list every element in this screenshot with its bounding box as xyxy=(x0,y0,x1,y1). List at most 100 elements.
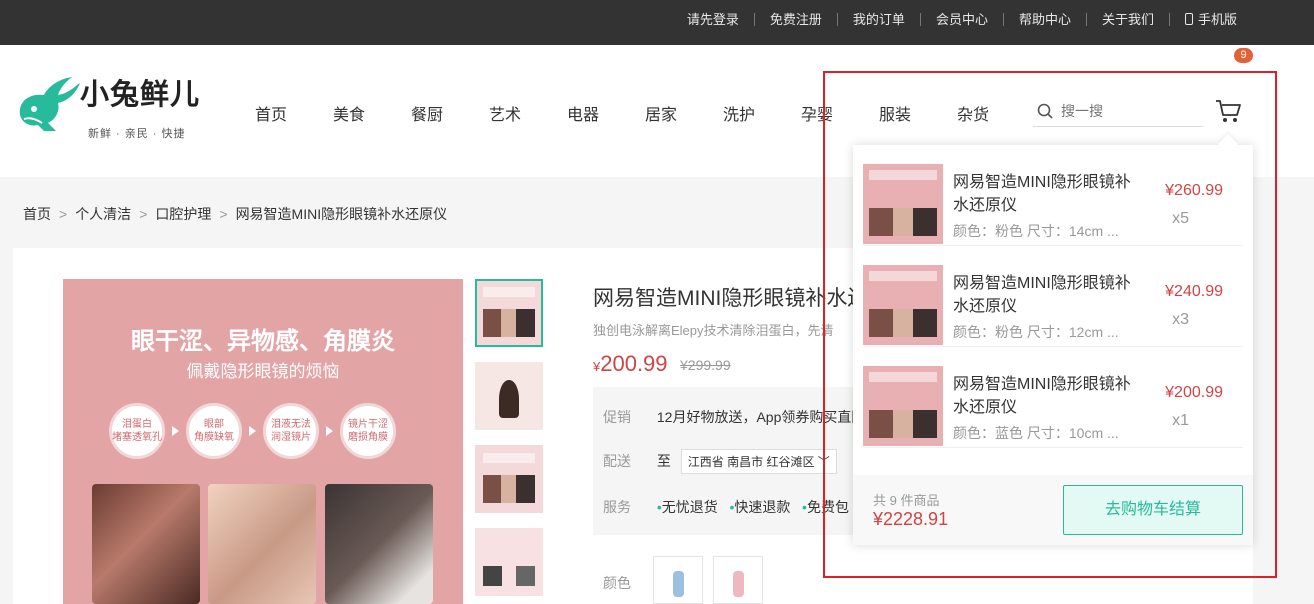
problem-bubble: 泪液无法 润湿镜片 xyxy=(263,403,319,459)
promo-label: 促销 xyxy=(603,409,631,425)
delivery-to: 至 xyxy=(656,453,671,469)
cart-item[interactable]: 网易智造MINI隐形眼镜补水还原仪 颜色：粉色 尺寸：12cm ... ¥240… xyxy=(863,246,1243,347)
cart-count-badge: 9 xyxy=(1234,48,1253,63)
service-item: 免费包 xyxy=(806,499,849,515)
cart-item-price: ¥200.99 xyxy=(1165,384,1223,401)
nav-art[interactable]: 艺术 xyxy=(466,101,544,125)
cart-item-name: 网易智造MINI隐形眼镜补水还原仪 xyxy=(953,376,1131,416)
color-label: 颜色 xyxy=(603,575,631,591)
address-selector[interactable]: 江西省 南昌市 红谷滩区 ﹀ xyxy=(680,449,837,474)
breadcrumb-home[interactable]: 首页 xyxy=(23,204,51,224)
chevron-right-icon: > xyxy=(219,206,228,222)
address-text: 江西省 南昌市 红谷滩区 xyxy=(687,455,815,469)
cart-popup: 网易智造MINI隐形眼镜补水还原仪 颜色：粉色 尺寸：14cm ... ¥260… xyxy=(853,145,1253,545)
login-link[interactable]: 请先登录 xyxy=(672,13,754,26)
delivery-row: 配送 至 江西省 南昌市 红谷滩区 ﹀ xyxy=(603,449,837,474)
logo[interactable]: 小兔鲜儿 新鲜 · 亲民 · 快捷 xyxy=(14,67,214,140)
problem-bubbles: 泪蛋白 堵塞透氧孔 眼部 角膜缺氧 泪液无法 润湿镜片 镜片干涩 磨损角膜 xyxy=(109,403,396,459)
color-option-blue[interactable] xyxy=(653,556,703,604)
about-us-link[interactable]: 关于我们 xyxy=(1085,12,1169,26)
eye-photo xyxy=(92,484,200,604)
nav-home[interactable]: 首页 xyxy=(232,101,310,125)
price-value: 200.99 xyxy=(600,351,668,376)
product-info-box: 促销 12月好物放送，App领券购买直降 配送 至 江西省 南昌市 红谷滩区 ﹀… xyxy=(593,387,865,535)
arrow-right-icon xyxy=(326,426,333,436)
original-price: ¥299.99 xyxy=(680,357,731,373)
search-box xyxy=(1033,97,1203,127)
cart-item-name: 网易智造MINI隐形眼镜补水还原仪 xyxy=(953,174,1131,214)
cart-item-price: ¥240.99 xyxy=(1165,283,1223,300)
hero-title: 眼干涩、异物感、角膜炎 xyxy=(131,328,395,355)
logo-slogan: 新鲜 · 亲民 · 快捷 xyxy=(88,128,186,140)
hero-subtitle: 佩戴隐形眼镜的烦恼 xyxy=(186,362,340,381)
register-link[interactable]: 免费注册 xyxy=(753,12,837,26)
cart-icon xyxy=(1216,100,1241,122)
top-bar: 请先登录 免费注册 我的订单 会员中心 帮助中心 关于我们 手机版 xyxy=(0,0,1314,45)
nav-clothing[interactable]: 服装 xyxy=(856,101,934,125)
checkout-button[interactable]: 去购物车结算 xyxy=(1063,485,1243,535)
help-center-link[interactable]: 帮助中心 xyxy=(1002,12,1086,26)
service-item: 无忧退货 xyxy=(661,499,718,515)
thumbnail[interactable] xyxy=(475,445,543,513)
problem-bubble: 泪蛋白 堵塞透氧孔 xyxy=(109,403,165,459)
search-input[interactable] xyxy=(1061,103,1199,119)
cart-item-name: 网易智造MINI隐形眼镜补水还原仪 xyxy=(953,275,1131,315)
cart-footer: 共 9 件商品 ¥2228.91 去购物车结算 xyxy=(853,475,1253,545)
promo-row: 促销 12月好物放送，App领券购买直降 xyxy=(603,407,865,427)
cart-item-count: 共 9 件商品 xyxy=(873,493,940,508)
cart-item-image xyxy=(863,164,943,244)
cart-item-qty: x1 xyxy=(1172,412,1189,429)
product-title: 网易智造MINI隐形眼镜补水还原仪 xyxy=(593,287,855,310)
chevron-down-icon: ﹀ xyxy=(817,455,830,469)
mobile-link[interactable]: 手机版 xyxy=(1168,11,1252,27)
service-label: 服务 xyxy=(603,499,631,515)
thumbnail[interactable] xyxy=(475,279,543,347)
breadcrumb-oral-care[interactable]: 口腔护理 xyxy=(155,204,211,224)
nav-care[interactable]: 洗护 xyxy=(700,101,778,125)
nav-misc[interactable]: 杂货 xyxy=(934,101,1012,125)
delivery-label: 配送 xyxy=(603,453,631,469)
nav-home-living[interactable]: 居家 xyxy=(622,101,700,125)
cart-item-image xyxy=(863,265,943,345)
service-row: 服务 •无忧退货 •快速退款 •免费包 xyxy=(603,497,849,517)
breadcrumb: 首页 > 个人清洁 > 口腔护理 > 网易智造MINI隐形眼镜补水还原仪 xyxy=(23,204,447,224)
chevron-right-icon: > xyxy=(59,206,68,222)
chevron-right-icon: > xyxy=(139,206,148,222)
cart-item[interactable]: 网易智造MINI隐形眼镜补水还原仪 颜色：粉色 尺寸：14cm ... ¥260… xyxy=(863,145,1243,246)
color-option-pink[interactable] xyxy=(713,556,763,604)
cart-item-attrs: 颜色：粉色 尺寸：14cm ... xyxy=(953,223,1119,239)
woman-photo xyxy=(325,484,433,604)
promo-text: 12月好物放送，App领券购买直降 xyxy=(656,409,866,425)
problem-bubble: 眼部 角膜缺氧 xyxy=(186,403,242,459)
arrow-right-icon xyxy=(249,426,256,436)
cart-total: ¥2228.91 xyxy=(873,509,949,529)
thumbnail[interactable] xyxy=(475,362,543,430)
cart-item[interactable]: 网易智造MINI隐形眼镜补水还原仪 颜色：蓝色 尺寸：10cm ... ¥200… xyxy=(863,347,1243,448)
thumbnail[interactable] xyxy=(475,528,543,596)
rabbit-logo-icon xyxy=(19,77,80,131)
cart-item-image xyxy=(863,366,943,446)
problem-bubble: 镜片干涩 磨损角膜 xyxy=(340,403,396,459)
breadcrumb-personal-care[interactable]: 个人清洁 xyxy=(75,204,131,224)
product-description: 独创电泳解离Elepy技术清除泪蛋白，先清 xyxy=(593,323,834,338)
member-center-link[interactable]: 会员中心 xyxy=(919,12,1003,26)
search-icon[interactable] xyxy=(1037,103,1053,119)
top-nav: 请先登录 免费注册 我的订单 会员中心 帮助中心 关于我们 手机版 xyxy=(672,0,1252,38)
main-nav: 首页 美食 餐厨 艺术 电器 居家 洗护 孕婴 服装 杂货 xyxy=(232,101,1012,125)
nav-appliance[interactable]: 电器 xyxy=(544,101,622,125)
my-orders-link[interactable]: 我的订单 xyxy=(836,12,920,26)
mobile-label: 手机版 xyxy=(1197,11,1237,27)
product-main-image: 眼干涩、异物感、角膜炎 佩戴隐形眼镜的烦恼 泪蛋白 堵塞透氧孔 眼部 角膜缺氧 … xyxy=(63,279,463,604)
skin-photo xyxy=(208,484,316,604)
logo-name: 小兔鲜儿 xyxy=(80,77,201,111)
cart-item-attrs: 颜色：粉色 尺寸：12cm ... xyxy=(953,324,1119,340)
cart-button[interactable] xyxy=(1214,97,1244,125)
nav-baby[interactable]: 孕婴 xyxy=(778,101,856,125)
phone-icon xyxy=(1184,13,1193,25)
nav-food[interactable]: 美食 xyxy=(310,101,388,125)
cart-item-price: ¥260.99 xyxy=(1165,182,1223,199)
arrow-right-icon xyxy=(172,426,179,436)
service-item: 快速退款 xyxy=(734,499,791,515)
nav-kitchen[interactable]: 餐厨 xyxy=(388,101,466,125)
product-price: ¥200.99 xyxy=(593,351,668,377)
